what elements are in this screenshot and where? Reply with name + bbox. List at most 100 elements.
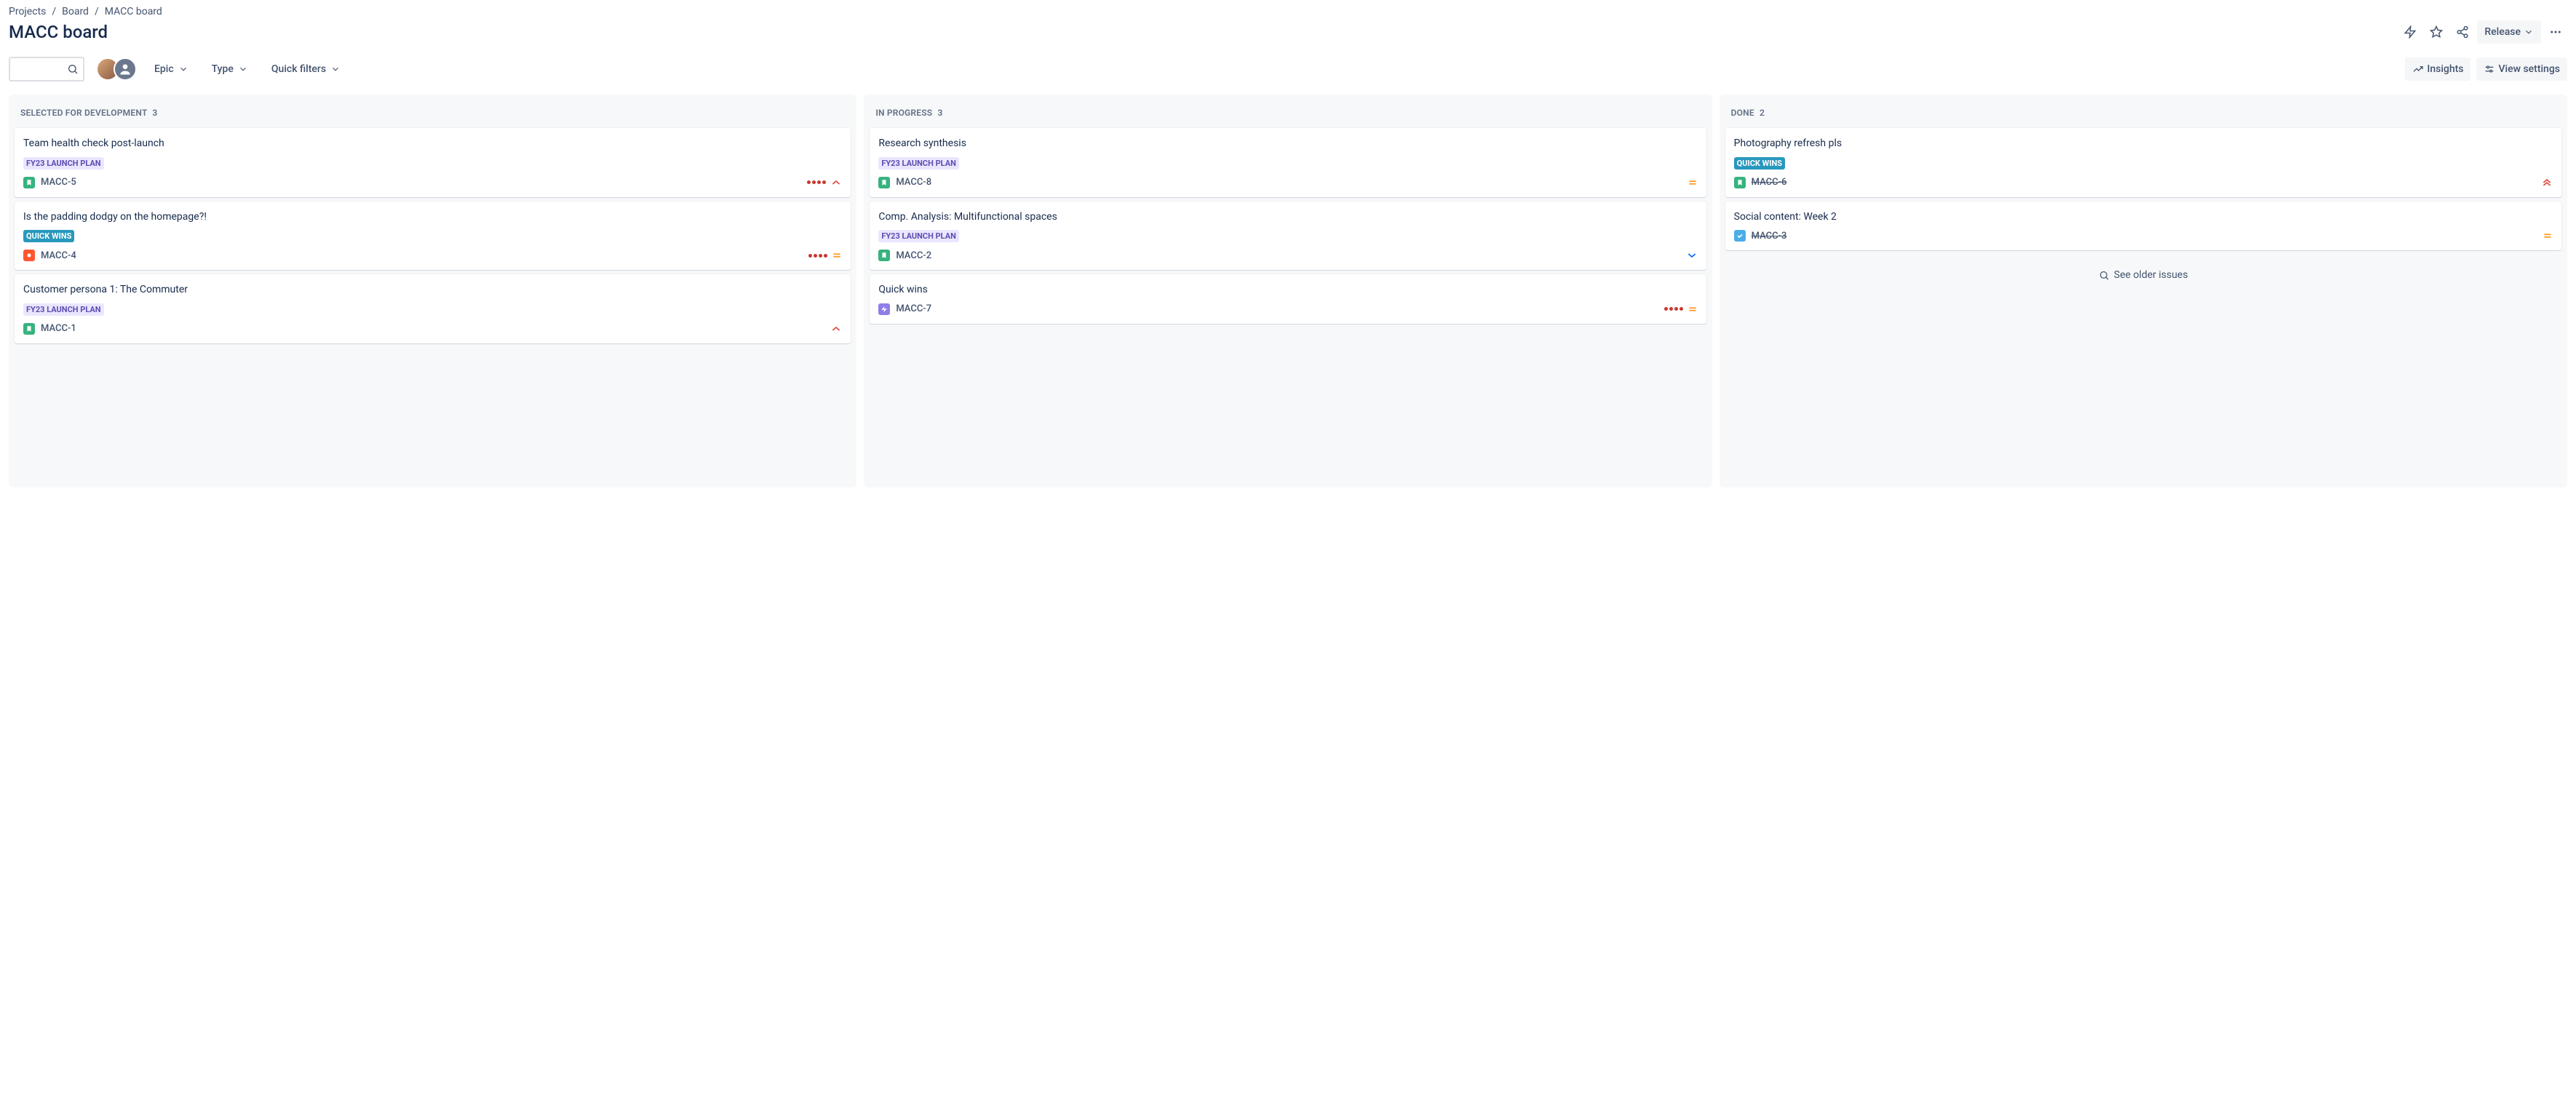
sprint-dots-icon xyxy=(808,254,827,258)
toolbar: Epic Type Quick filters Insights View se… xyxy=(9,57,2567,81)
epic-filter-label: Epic xyxy=(154,63,174,75)
avatar-unassigned[interactable] xyxy=(114,57,137,81)
issue-key[interactable]: MACC-4 xyxy=(41,250,76,261)
column-header: DONE 2 xyxy=(1724,100,2563,128)
column-name: DONE xyxy=(1731,108,1754,118)
issue-card[interactable]: Customer persona 1: The Commuter FY23 LAU… xyxy=(15,274,851,343)
card-footer: MACC-7 xyxy=(878,303,1697,315)
epic-filter[interactable]: Epic xyxy=(148,59,194,79)
column-header: IN PROGRESS 3 xyxy=(868,100,1707,128)
card-title: Customer persona 1: The Commuter xyxy=(23,283,842,298)
star-button[interactable] xyxy=(2425,20,2448,44)
priority-high-icon xyxy=(830,323,842,335)
story-issue-icon xyxy=(1734,177,1746,188)
insights-button[interactable]: Insights xyxy=(2405,57,2470,81)
task-issue-icon xyxy=(1734,230,1746,242)
breadcrumb-projects[interactable]: Projects xyxy=(9,6,46,17)
issue-key[interactable]: MACC-7 xyxy=(896,303,931,314)
priority-low-icon xyxy=(1686,250,1698,261)
card-title: Quick wins xyxy=(878,283,1697,298)
column-name: IN PROGRESS xyxy=(875,108,932,118)
column-count: 2 xyxy=(1760,108,1765,118)
issue-card[interactable]: Team health check post-launch FY23 LAUNCH… xyxy=(15,128,851,197)
story-issue-icon xyxy=(23,323,35,335)
card-title: Social content: Week 2 xyxy=(1734,210,2553,225)
see-older-issues[interactable]: See older issues xyxy=(1724,255,2563,295)
release-label: Release xyxy=(2484,26,2521,38)
breadcrumb: Projects / Board / MACC board xyxy=(9,6,2567,17)
chart-icon xyxy=(2412,63,2424,75)
epic-quickwins-tag[interactable]: QUICK WINS xyxy=(1734,157,1785,170)
header-actions: Release xyxy=(2398,20,2567,44)
card-title: Team health check post-launch xyxy=(23,137,842,151)
card-title: Comp. Analysis: Multifunctional spaces xyxy=(878,210,1697,225)
story-issue-icon xyxy=(878,177,890,188)
issue-card[interactable]: Comp. Analysis: Multifunctional spaces FY… xyxy=(870,202,1706,271)
automation-button[interactable] xyxy=(2398,20,2422,44)
issue-key[interactable]: MACC-2 xyxy=(896,250,931,261)
card-title: Photography refresh pls xyxy=(1734,137,2553,151)
priority-highest-icon xyxy=(2541,177,2553,188)
epic-launch-tag[interactable]: FY23 LAUNCH PLAN xyxy=(878,157,959,170)
epic-issue-icon xyxy=(878,303,890,315)
quick-filters[interactable]: Quick filters xyxy=(266,59,346,79)
issue-card[interactable]: Photography refresh pls QUICK WINS MACC-6 xyxy=(1725,128,2561,197)
column-header: SELECTED FOR DEVELOPMENT 3 xyxy=(13,100,852,128)
more-button[interactable] xyxy=(2544,20,2567,44)
issue-key[interactable]: MACC-3 xyxy=(1752,231,1787,242)
breadcrumb-separator: / xyxy=(52,6,56,17)
sliders-icon xyxy=(2484,63,2495,75)
priority-high-icon xyxy=(830,177,842,188)
more-horizontal-icon xyxy=(2549,25,2562,39)
type-filter-label: Type xyxy=(212,63,234,75)
issue-card[interactable]: Quick wins MACC-7 xyxy=(870,274,1706,324)
chevron-down-icon xyxy=(330,64,341,74)
priority-medium-icon xyxy=(2543,231,2553,241)
issue-key[interactable]: MACC-5 xyxy=(41,177,76,188)
search-box[interactable] xyxy=(9,57,84,81)
column-name: SELECTED FOR DEVELOPMENT xyxy=(20,108,147,118)
epic-launch-tag[interactable]: FY23 LAUNCH PLAN xyxy=(878,230,959,242)
issue-key[interactable]: MACC-1 xyxy=(41,323,76,334)
avatar-group[interactable] xyxy=(96,57,137,81)
type-filter[interactable]: Type xyxy=(206,59,254,79)
chevron-down-icon xyxy=(178,64,188,74)
card-footer: MACC-6 xyxy=(1734,177,2553,188)
breadcrumb-board[interactable]: Board xyxy=(62,6,89,17)
card-footer: MACC-5 xyxy=(23,177,842,188)
view-settings-label: View settings xyxy=(2498,63,2560,75)
view-settings-button[interactable]: View settings xyxy=(2476,57,2567,81)
issue-card[interactable]: Social content: Week 2 MACC-3 xyxy=(1725,202,2561,251)
story-issue-icon xyxy=(23,177,35,188)
chevron-down-icon xyxy=(238,64,248,74)
story-issue-icon xyxy=(878,250,890,261)
bolt-icon xyxy=(2404,25,2417,39)
kanban-board: SELECTED FOR DEVELOPMENT 3Team health ch… xyxy=(9,95,2567,487)
epic-launch-tag[interactable]: FY23 LAUNCH PLAN xyxy=(23,157,104,170)
chevron-down-icon xyxy=(2524,27,2534,37)
share-button[interactable] xyxy=(2451,20,2474,44)
card-title: Research synthesis xyxy=(878,137,1697,151)
card-footer: MACC-8 xyxy=(878,177,1697,188)
card-footer: MACC-3 xyxy=(1734,230,2553,242)
column-done: DONE 2 Photography refresh pls QUICK WINS M… xyxy=(1720,95,2567,487)
issue-card[interactable]: Is the padding dodgy on the homepage?!QU… xyxy=(15,202,851,271)
priority-medium-icon xyxy=(1687,178,1698,188)
priority-medium-icon xyxy=(1687,304,1698,314)
card-footer: MACC-1 xyxy=(23,323,842,335)
issue-key[interactable]: MACC-6 xyxy=(1752,177,1787,188)
bug-issue-icon xyxy=(23,250,35,261)
sprint-dots-icon xyxy=(1664,307,1683,311)
breadcrumb-current[interactable]: MACC board xyxy=(105,6,162,17)
column-count: 3 xyxy=(152,108,157,118)
epic-launch-tag[interactable]: FY23 LAUNCH PLAN xyxy=(23,303,104,316)
card-footer: MACC-2 xyxy=(878,250,1697,261)
issue-key[interactable]: MACC-8 xyxy=(896,177,931,188)
release-button[interactable]: Release xyxy=(2477,20,2541,44)
star-icon xyxy=(2430,25,2443,39)
card-footer: MACC-4 xyxy=(23,250,842,261)
share-icon xyxy=(2456,25,2469,39)
breadcrumb-separator: / xyxy=(95,6,99,17)
epic-quickwins-tag[interactable]: QUICK WINS xyxy=(23,230,74,242)
issue-card[interactable]: Research synthesis FY23 LAUNCH PLAN MACC-8 xyxy=(870,128,1706,197)
